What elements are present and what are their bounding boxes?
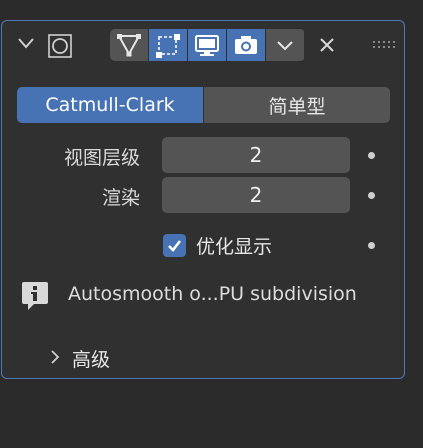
drag-handle-icon[interactable]	[372, 39, 396, 51]
info-icon	[22, 282, 48, 310]
viewport-levels-field[interactable]: 2	[162, 137, 350, 173]
render-levels-label: 渲染	[101, 187, 140, 209]
render-levels-field[interactable]: 2	[162, 177, 350, 213]
realtime-toggle[interactable]	[188, 29, 226, 61]
display-toggle-group	[110, 29, 305, 61]
keyframe-dot[interactable]	[368, 152, 375, 159]
close-icon[interactable]	[317, 35, 337, 55]
modifier-subdivision-icon	[48, 34, 72, 58]
modifier-panel: Catmull-Clark 简单型 视图层级 2 渲染 2 优化显示 Autos…	[1, 20, 405, 379]
catmull-clark-option[interactable]: Catmull-Clark	[17, 87, 203, 123]
advanced-subpanel-header[interactable]: 高级	[72, 345, 110, 372]
simple-option[interactable]: 简单型	[204, 87, 390, 123]
chevron-down-icon[interactable]	[17, 34, 35, 52]
edit-mode-icon	[117, 34, 141, 57]
viewport-levels-label: 视图层级	[63, 147, 140, 169]
chevron-right-icon[interactable]	[48, 348, 62, 366]
info-message: Autosmooth o...PU subdivision	[68, 283, 357, 305]
optimal-display-label[interactable]: 优化显示	[196, 232, 272, 259]
dropdown-chevron-icon	[277, 41, 293, 51]
render-camera-icon	[235, 36, 257, 54]
realtime-display-icon	[195, 35, 219, 56]
check-icon	[168, 240, 182, 252]
cage-toggle[interactable]	[149, 29, 187, 61]
keyframe-dot[interactable]	[368, 242, 375, 249]
render-toggle[interactable]	[227, 29, 265, 61]
subdivision-type-selector: Catmull-Clark 简单型	[17, 87, 390, 123]
optimal-display-checkbox[interactable]	[163, 234, 186, 257]
edit-mode-toggle[interactable]	[110, 29, 148, 61]
cage-icon	[156, 34, 180, 58]
extra-menu-button[interactable]	[266, 29, 304, 61]
keyframe-dot[interactable]	[368, 192, 375, 199]
